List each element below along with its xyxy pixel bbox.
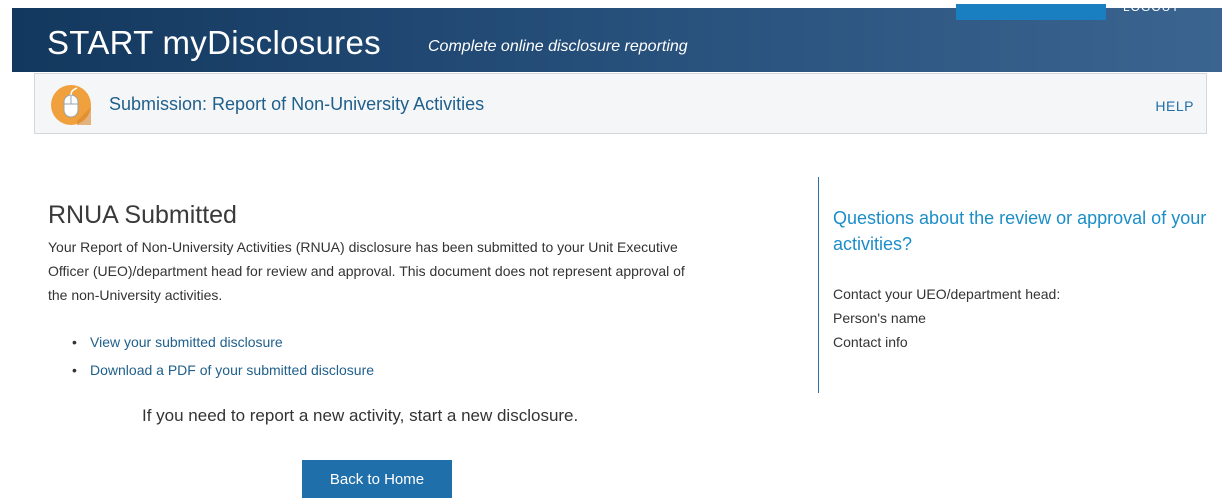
app-title[interactable]: START myDisclosures [47, 24, 381, 62]
bullet-icon: • [72, 334, 77, 350]
back-to-home-button[interactable]: Back to Home [302, 460, 452, 498]
contact-info-block: Contact your UEO/department head: Person… [833, 282, 1060, 354]
column-divider [818, 177, 819, 393]
sidebar-heading: Questions about the review or approval o… [833, 208, 1207, 254]
new-activity-note: If you need to report a new activity, st… [142, 406, 579, 425]
bullet-icon: • [72, 362, 77, 378]
list-item: • View your submitted disclosure [72, 328, 374, 356]
submission-bar: Submission: Report of Non-University Act… [34, 73, 1207, 134]
contact-label: Contact your UEO/department head: [833, 286, 1061, 302]
contact-person-name: Person's name [833, 310, 926, 326]
disclosure-links: • View your submitted disclosure • Downl… [72, 328, 374, 384]
list-item: • Download a PDF of your submitted discl… [72, 356, 374, 384]
contact-details: Contact info [833, 334, 908, 350]
submission-message: Your Report of Non-University Activities… [48, 239, 685, 303]
app-header: LOGOUT START myDisclosures Complete onli… [12, 0, 1222, 72]
download-pdf-link[interactable]: Download a PDF of your submitted disclos… [90, 362, 374, 378]
view-disclosure-link[interactable]: View your submitted disclosure [90, 334, 283, 350]
help-link[interactable]: HELP [1155, 98, 1194, 114]
top-nav-button[interactable] [956, 4, 1106, 20]
submission-title: Submission: Report of Non-University Act… [109, 94, 485, 114]
app-tagline: Complete online disclosure reporting [428, 38, 688, 55]
page-title: RNUA Submitted [48, 200, 237, 229]
computer-mouse-icon [51, 85, 91, 125]
logout-link[interactable]: LOGOUT [1123, 0, 1180, 14]
